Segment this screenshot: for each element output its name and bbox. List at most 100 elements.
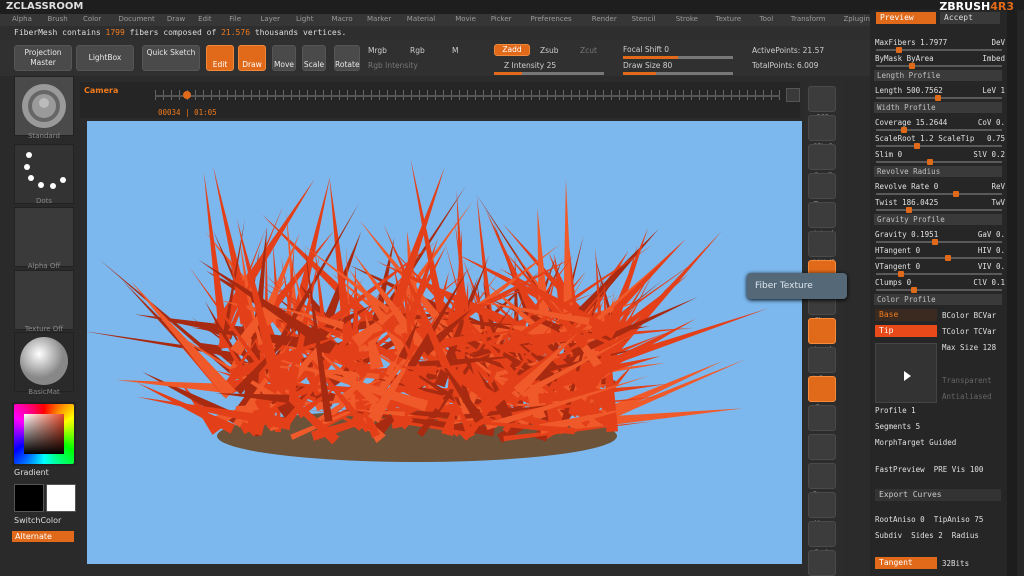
draw-size-track[interactable] xyxy=(623,72,733,75)
z-intensity-track[interactable] xyxy=(494,72,604,75)
z-intensity-slider[interactable]: Z Intensity 25 xyxy=(504,61,556,70)
slider-track[interactable] xyxy=(876,127,1002,133)
slider-row[interactable]: Slim 0 SlV 0.2 xyxy=(875,150,1005,159)
slider-row[interactable]: MaxFibers 1.7977 DeV xyxy=(875,38,1005,47)
stroke-thumbnail[interactable] xyxy=(14,144,74,204)
menu-document[interactable]: Document xyxy=(119,15,155,23)
mrgb-button[interactable]: Mrgb xyxy=(368,46,387,55)
menu-layer[interactable]: Layer xyxy=(261,15,281,23)
menu-edit[interactable]: Edit xyxy=(198,15,212,23)
section-header[interactable]: Length Profile xyxy=(874,70,1002,81)
segments-slider[interactable]: Segments 5 xyxy=(875,422,1005,431)
shelf-button-actual[interactable] xyxy=(808,202,836,228)
menu-stroke[interactable]: Stroke xyxy=(676,15,698,23)
timeline-cursor[interactable] xyxy=(183,91,191,99)
shelf-button-gxyz[interactable] xyxy=(808,376,836,402)
slider-knob[interactable] xyxy=(927,159,933,165)
menu-macro[interactable]: Macro xyxy=(332,15,353,23)
slider-knob[interactable] xyxy=(896,47,902,53)
shelf-button-rotate[interactable] xyxy=(808,550,836,576)
zcut-button[interactable]: Zcut xyxy=(580,46,597,55)
slider-track[interactable] xyxy=(876,63,1002,69)
shelf-button-nav-12[interactable] xyxy=(808,434,836,460)
fiber-texture-slot[interactable] xyxy=(875,343,937,403)
slider-row[interactable]: ScaleRoot 1.2 ScaleTip 0.75 xyxy=(875,134,1005,143)
edit-button[interactable]: Edit xyxy=(206,45,234,71)
slider-track[interactable] xyxy=(876,207,1002,213)
morph-target-guided[interactable]: MorphTarget Guided xyxy=(875,438,1005,447)
zsub-button[interactable]: Zsub xyxy=(540,46,559,55)
slider-row[interactable]: ByMask ByArea Imbed xyxy=(875,54,1005,63)
timeline-end-button[interactable] xyxy=(786,88,800,102)
slider-knob[interactable] xyxy=(935,95,941,101)
menu-marker[interactable]: Marker xyxy=(367,15,391,23)
menu-transform[interactable]: Transform xyxy=(791,15,826,23)
bits-button[interactable]: 32Bits xyxy=(942,559,1002,568)
rgb-intensity-slider[interactable]: Rgb Intensity xyxy=(368,61,418,70)
shelf-button-aahalf[interactable] xyxy=(808,231,836,257)
slider-row[interactable]: VTangent 0 VIV 0. xyxy=(875,262,1005,271)
slider-track[interactable] xyxy=(876,143,1002,149)
slider-track[interactable] xyxy=(876,191,1002,197)
slider-track[interactable] xyxy=(876,255,1002,261)
shelf-button-local[interactable] xyxy=(808,318,836,344)
shelf-button-bpr[interactable] xyxy=(808,86,836,112)
tcolor-row[interactable]: TColor TCVar xyxy=(942,327,1002,336)
slider-row[interactable]: Gravity 0.1951 GaV 0. xyxy=(875,230,1005,239)
menu-material[interactable]: Material xyxy=(407,15,435,23)
shelf-button-scale[interactable] xyxy=(808,521,836,547)
scale-button[interactable]: Scale xyxy=(302,45,326,71)
section-header[interactable]: Revolve Radius xyxy=(874,166,1002,177)
shelf-button-scroll[interactable] xyxy=(808,144,836,170)
slider-knob[interactable] xyxy=(898,271,904,277)
brush-thumbnail[interactable] xyxy=(14,76,74,136)
slider-track[interactable] xyxy=(876,271,1002,277)
menu-movie[interactable]: Movie xyxy=(455,15,476,23)
main-color-swatch[interactable] xyxy=(14,484,44,512)
slider-knob[interactable] xyxy=(914,143,920,149)
fast-preview-row[interactable]: FastPreview PRE Vis 100 xyxy=(875,465,1005,474)
move-button[interactable]: Move xyxy=(272,45,296,71)
section-header[interactable]: Width Profile xyxy=(874,102,1002,113)
base-color-button[interactable]: Base xyxy=(875,309,937,321)
alpha-thumbnail[interactable] xyxy=(14,207,74,267)
rotate-button[interactable]: Rotate xyxy=(334,45,360,71)
export-curves-button[interactable]: Export Curves xyxy=(875,489,1001,501)
slider-track[interactable] xyxy=(876,287,1002,293)
menu-brush[interactable]: Brush xyxy=(48,15,68,23)
slider-row[interactable]: Clumps 0 ClV 0.1 xyxy=(875,278,1005,287)
rgb-button[interactable]: Rgb xyxy=(410,46,425,55)
tip-color-button[interactable]: Tip xyxy=(875,325,937,337)
menu-file[interactable]: File xyxy=(229,15,241,23)
antialiased-toggle[interactable]: Antialiased xyxy=(942,392,1002,401)
menu-zplugin[interactable]: Zplugin xyxy=(844,15,870,23)
switch-color-button[interactable]: SwitchColor xyxy=(14,516,61,525)
document-canvas[interactable] xyxy=(87,121,802,564)
shelf-button-zoom[interactable] xyxy=(808,173,836,199)
menu-stencil[interactable]: Stencil xyxy=(632,15,656,23)
draw-size-slider[interactable]: Draw Size 80 xyxy=(623,61,672,70)
zadd-button[interactable]: Zadd xyxy=(494,44,530,56)
focal-shift-track[interactable] xyxy=(623,56,733,59)
slider-knob[interactable] xyxy=(945,255,951,261)
shelf-button-nav-11[interactable] xyxy=(808,405,836,431)
slider-knob[interactable] xyxy=(911,287,917,293)
subdiv-row[interactable]: Subdiv Sides 2 Radius xyxy=(875,531,1005,540)
profile-slider[interactable]: Profile 1 xyxy=(875,406,1005,415)
quick-sketch-button[interactable]: Quick Sketch xyxy=(142,45,200,71)
menu-color[interactable]: Color xyxy=(83,15,101,23)
timeline-track[interactable] xyxy=(155,95,780,97)
menu-light[interactable]: Light xyxy=(296,15,313,23)
slider-row[interactable]: HTangent 0 HIV 0. xyxy=(875,246,1005,255)
menu-preferences[interactable]: Preferences xyxy=(531,15,572,23)
slider-knob[interactable] xyxy=(909,63,915,69)
section-header[interactable]: Gravity Profile xyxy=(874,214,1002,225)
shelf-button-frame[interactable] xyxy=(808,463,836,489)
preview-tab[interactable]: Preview xyxy=(876,12,936,24)
menu-tool[interactable]: Tool xyxy=(760,15,774,23)
slider-track[interactable] xyxy=(876,95,1002,101)
alternate-button[interactable]: Alternate xyxy=(12,531,74,542)
m-button[interactable]: M xyxy=(452,46,458,55)
draw-button[interactable]: Draw xyxy=(238,45,266,71)
material-thumbnail[interactable] xyxy=(14,332,74,392)
